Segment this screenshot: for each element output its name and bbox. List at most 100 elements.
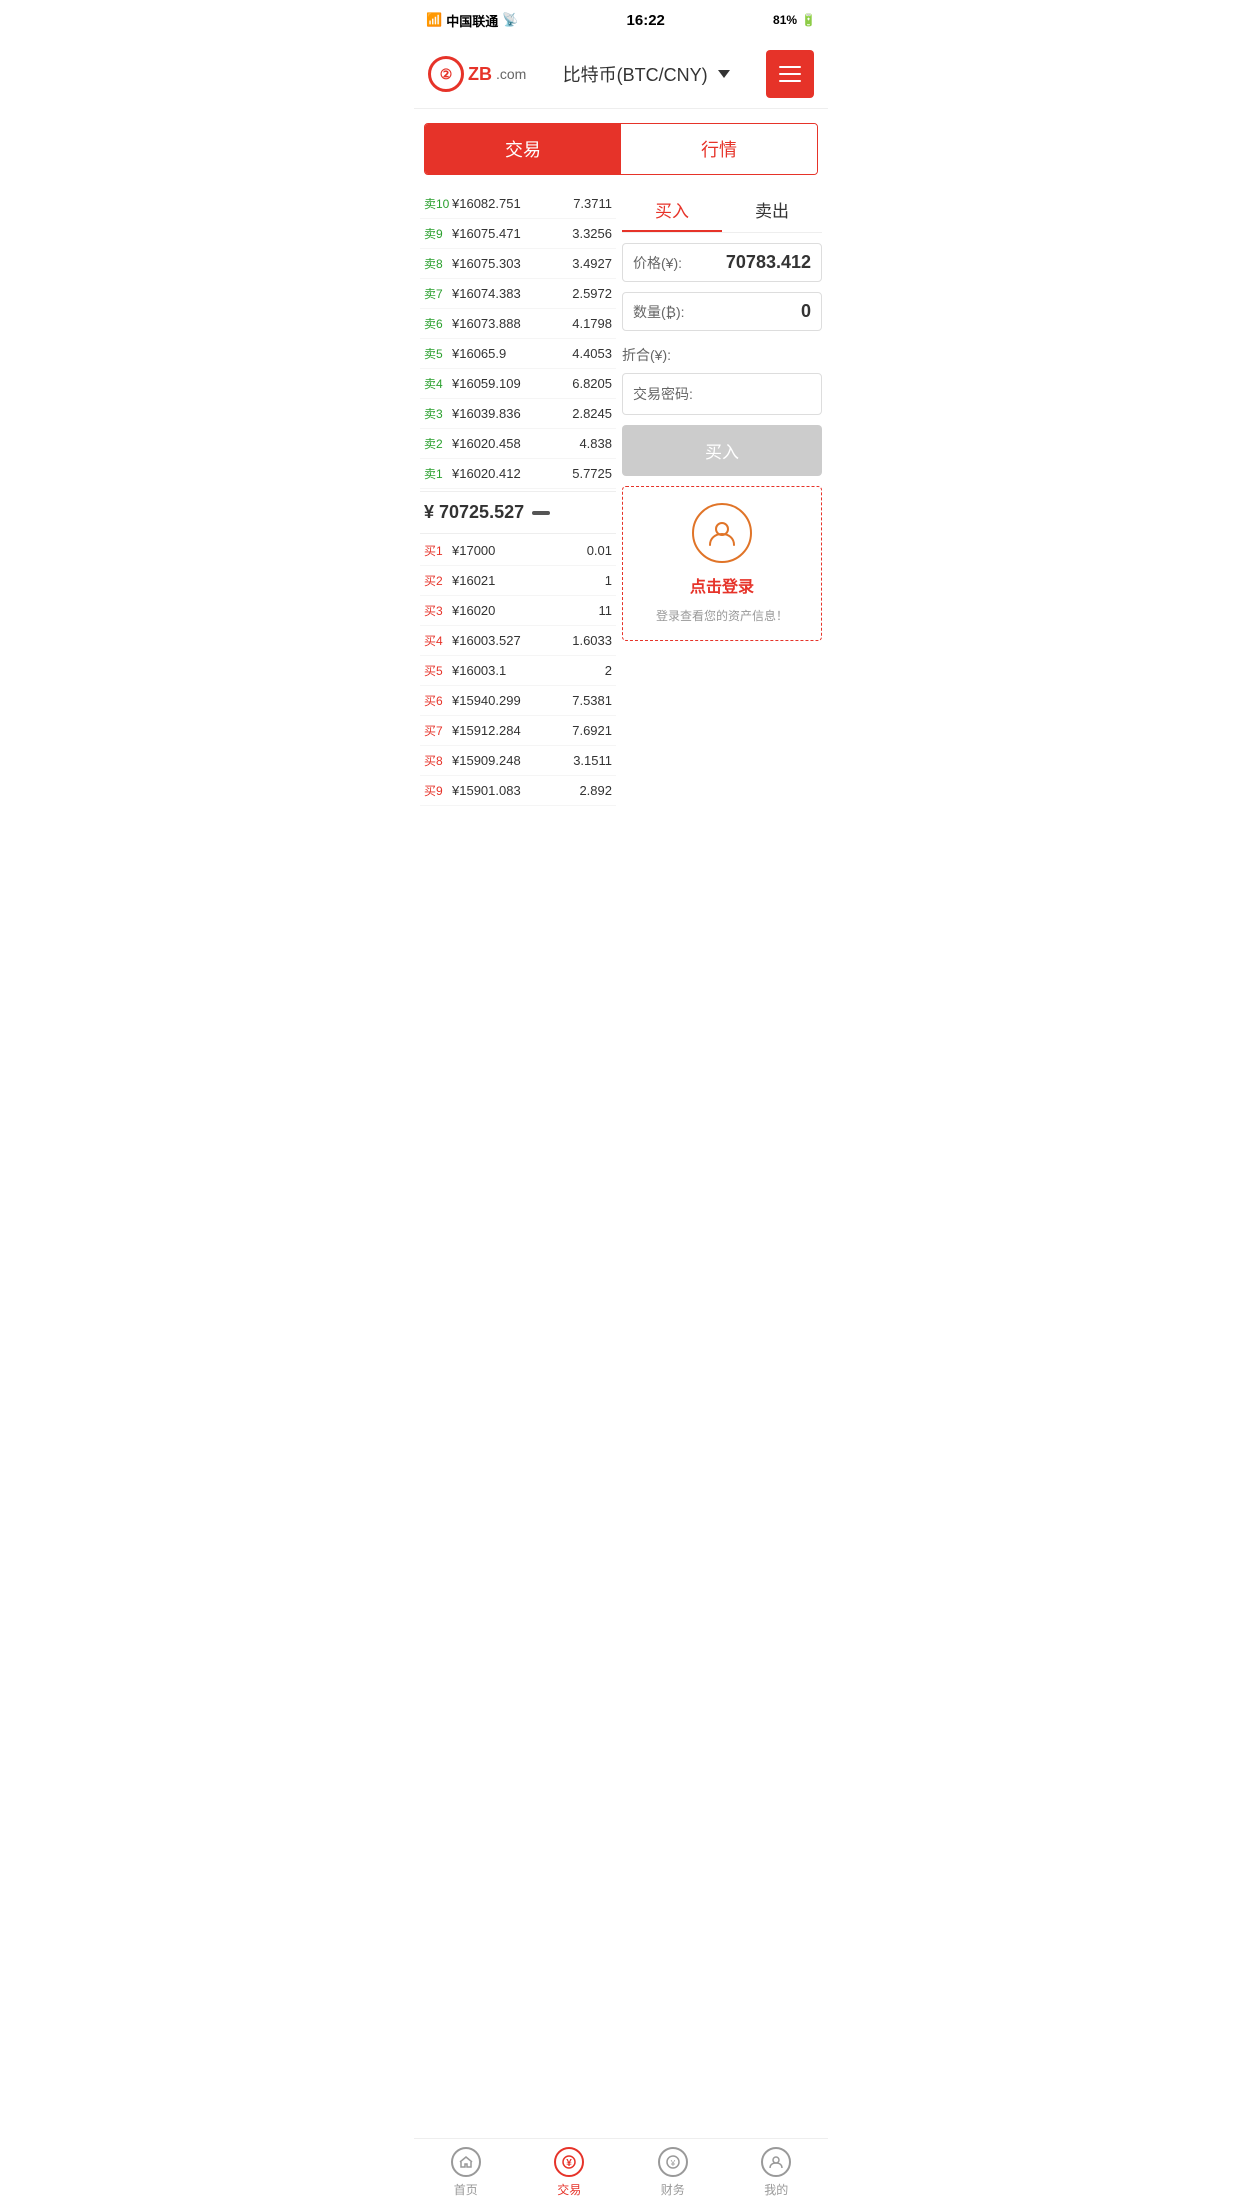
- battery-icon: 🔋: [801, 13, 816, 27]
- sell-amount: 3.3256: [567, 226, 612, 241]
- sell-label: 卖1: [424, 465, 452, 482]
- buy-price: ¥16020: [452, 603, 567, 618]
- main-content: 卖10 ¥16082.751 7.3711 卖9 ¥16075.471 3.32…: [414, 189, 828, 806]
- nav-trading[interactable]: ¥ 交易: [518, 2147, 622, 2198]
- logo: ② ZB .com: [428, 56, 526, 92]
- sell-price: ¥16039.836: [452, 406, 567, 421]
- buy-order-row[interactable]: 买8 ¥15909.248 3.1511: [420, 746, 616, 776]
- sell-order-row[interactable]: 卖5 ¥16065.9 4.4053: [420, 339, 616, 369]
- price-field: 价格(¥): 70783.412: [622, 243, 822, 282]
- sell-amount: 2.8245: [567, 406, 612, 421]
- finance-icon: ¥: [658, 2147, 688, 2177]
- buy-order-row[interactable]: 买7 ¥15912.284 7.6921: [420, 716, 616, 746]
- buy-price: ¥15909.248: [452, 753, 567, 768]
- sell-price: ¥16082.751: [452, 196, 567, 211]
- sell-order-row[interactable]: 卖2 ¥16020.458 4.838: [420, 429, 616, 459]
- login-section[interactable]: 点击登录 登录查看您的资产信息！: [622, 486, 822, 641]
- sell-label: 卖3: [424, 405, 452, 422]
- hamburger-menu-button[interactable]: [766, 50, 814, 98]
- current-price-row: ¥ 70725.527: [420, 491, 616, 534]
- buy-amount: 3.1511: [567, 753, 612, 768]
- nav-finance[interactable]: ¥ 财务: [621, 2147, 725, 2198]
- sell-price: ¥16075.471: [452, 226, 567, 241]
- quantity-value[interactable]: 0: [691, 301, 811, 322]
- buy-price: ¥17000: [452, 543, 567, 558]
- nav-home[interactable]: 首页: [414, 2147, 518, 2198]
- buy-price: ¥16003.527: [452, 633, 567, 648]
- menu-line-2: [779, 73, 801, 75]
- password-field[interactable]: 交易密码:: [622, 373, 822, 415]
- sell-label: 卖6: [424, 315, 452, 332]
- sell-order-row[interactable]: 卖6 ¥16073.888 4.1798: [420, 309, 616, 339]
- sell-order-row[interactable]: 卖3 ¥16039.836 2.8245: [420, 399, 616, 429]
- price-value[interactable]: 70783.412: [688, 252, 811, 273]
- menu-line-3: [779, 80, 801, 82]
- buy-amount: 0.01: [567, 543, 612, 558]
- sell-label: 卖10: [424, 195, 452, 212]
- buy-order-row[interactable]: 买4 ¥16003.527 1.6033: [420, 626, 616, 656]
- sell-order-row[interactable]: 卖9 ¥16075.471 3.3256: [420, 219, 616, 249]
- sell-order-row[interactable]: 卖10 ¥16082.751 7.3711: [420, 189, 616, 219]
- zhehe-label: 折合(¥):: [622, 345, 671, 365]
- buy-order-row[interactable]: 买1 ¥17000 0.01: [420, 536, 616, 566]
- buy-amount: 1: [567, 573, 612, 588]
- buy-amount: 7.5381: [567, 693, 612, 708]
- sell-price: ¥16075.303: [452, 256, 567, 271]
- buy-label: 买1: [424, 542, 452, 559]
- chevron-down-icon: [718, 70, 730, 78]
- svg-text:¥: ¥: [670, 2159, 676, 2168]
- tab-sell[interactable]: 卖出: [722, 189, 822, 232]
- sell-order-row[interactable]: 卖7 ¥16074.383 2.5972: [420, 279, 616, 309]
- nav-profile[interactable]: 我的: [725, 2147, 829, 2198]
- battery-percent: 81%: [773, 13, 797, 27]
- sell-label: 卖7: [424, 285, 452, 302]
- quantity-label: 数量(₿):: [633, 302, 685, 322]
- password-label: 交易密码:: [633, 384, 693, 404]
- current-price: ¥ 70725.527: [424, 502, 524, 523]
- buy-order-row[interactable]: 买6 ¥15940.299 7.5381: [420, 686, 616, 716]
- trading-icon: ¥: [554, 2147, 584, 2177]
- app-header: ② ZB .com 比特币(BTC/CNY): [414, 40, 828, 109]
- buy-orders: 买1 ¥17000 0.01 买2 ¥16021 1 买3 ¥16020 11 …: [420, 536, 616, 806]
- sell-order-row[interactable]: 卖1 ¥16020.412 5.7725: [420, 459, 616, 489]
- sell-price: ¥16059.109: [452, 376, 567, 391]
- buy-label: 买3: [424, 602, 452, 619]
- login-desc: 登录查看您的资产信息！: [652, 607, 792, 624]
- profile-icon: [761, 2147, 791, 2177]
- sell-amount: 7.3711: [567, 196, 612, 211]
- order-book: 卖10 ¥16082.751 7.3711 卖9 ¥16075.471 3.32…: [420, 189, 616, 806]
- nav-finance-label: 财务: [661, 2181, 685, 2198]
- header-title[interactable]: 比特币(BTC/CNY): [563, 61, 730, 87]
- buy-order-row[interactable]: 买3 ¥16020 11: [420, 596, 616, 626]
- logo-domain: .com: [496, 66, 526, 82]
- sell-label: 卖9: [424, 225, 452, 242]
- logo-zb: ZB: [468, 64, 492, 85]
- tab-trading[interactable]: 交易: [425, 124, 621, 174]
- buy-price: ¥15901.083: [452, 783, 567, 798]
- sell-order-row[interactable]: 卖8 ¥16075.303 3.4927: [420, 249, 616, 279]
- buy-order-row[interactable]: 买5 ¥16003.1 2: [420, 656, 616, 686]
- buy-order-row[interactable]: 买9 ¥15901.083 2.892: [420, 776, 616, 806]
- buy-button[interactable]: 买入: [622, 425, 822, 476]
- sell-order-row[interactable]: 卖4 ¥16059.109 6.8205: [420, 369, 616, 399]
- sell-amount: 4.838: [567, 436, 612, 451]
- login-avatar-icon: [692, 503, 752, 563]
- sell-label: 卖5: [424, 345, 452, 362]
- tab-market[interactable]: 行情: [621, 124, 817, 174]
- sell-price: ¥16020.458: [452, 436, 567, 451]
- svg-text:¥: ¥: [566, 2158, 572, 2169]
- buy-amount: 1.6033: [567, 633, 612, 648]
- sell-amount: 3.4927: [567, 256, 612, 271]
- login-text[interactable]: 点击登录: [690, 573, 754, 597]
- buy-price: ¥15940.299: [452, 693, 567, 708]
- quantity-field: 数量(₿): 0: [622, 292, 822, 331]
- main-tab-bar: 交易 行情: [424, 123, 818, 175]
- buy-sell-tab-bar: 买入 卖出: [622, 189, 822, 233]
- wifi-icon: 📡: [502, 12, 518, 28]
- sell-amount: 4.1798: [567, 316, 612, 331]
- sell-orders: 卖10 ¥16082.751 7.3711 卖9 ¥16075.471 3.32…: [420, 189, 616, 489]
- sell-amount: 2.5972: [567, 286, 612, 301]
- buy-order-row[interactable]: 买2 ¥16021 1: [420, 566, 616, 596]
- buy-amount: 11: [567, 603, 612, 618]
- tab-buy[interactable]: 买入: [622, 189, 722, 232]
